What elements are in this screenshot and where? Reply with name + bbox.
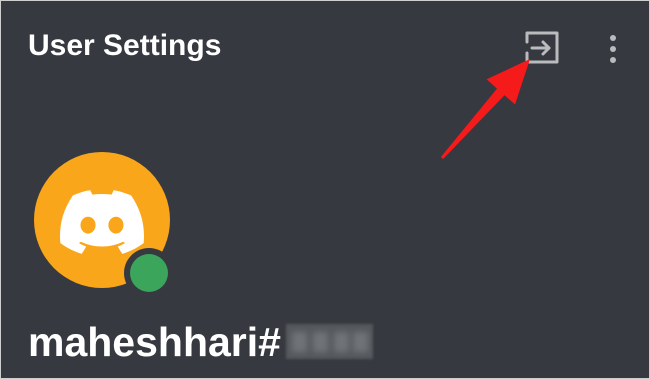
page-title: User Settings	[28, 29, 222, 62]
user-settings-screen: User Settings maheshhari#	[0, 0, 650, 379]
blur-patch	[334, 332, 349, 352]
logout-button[interactable]	[522, 28, 562, 68]
red-arrow-icon	[440, 59, 530, 159]
logout-icon	[525, 31, 559, 64]
blur-patch	[353, 332, 368, 352]
more-vertical-icon	[610, 35, 616, 63]
online-status-dot	[130, 254, 168, 292]
blur-patch	[313, 332, 328, 352]
more-options-button[interactable]	[603, 30, 623, 68]
discord-logo-icon	[60, 190, 144, 254]
blur-patch	[292, 332, 307, 352]
username: maheshhari#	[28, 319, 281, 365]
discriminator-blurred	[286, 324, 373, 359]
status-indicator	[124, 248, 174, 298]
